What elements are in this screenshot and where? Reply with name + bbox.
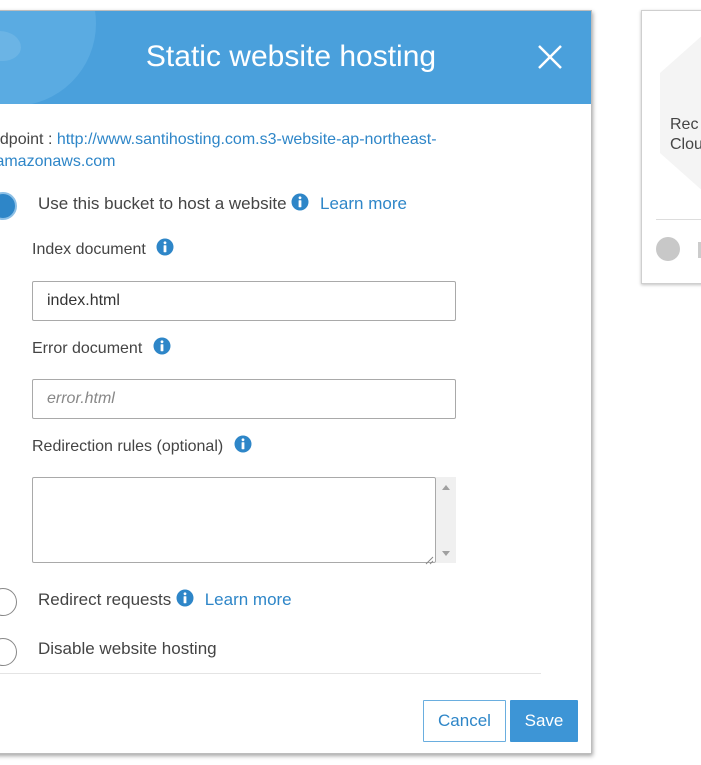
endpoint: ndpoint : http://www.santihosting.com.s3… [0,129,551,173]
redirection-rules-field [32,477,456,565]
static-website-hosting-modal: Static website hosting ndpoint : http://… [0,10,592,754]
redirection-rules-label: Redirection rules (optional) [32,438,224,455]
redirect-requests-label: Redirect requests [38,590,172,609]
host-website-option: Use this bucket to host a website Learn … [38,193,407,216]
disable-hosting-option: Disable website hosting [38,639,217,659]
background-card: Rec Clou [641,10,701,284]
info-icon[interactable] [176,589,194,612]
index-document-field-label: Index document [32,238,174,261]
background-card-line-2: Clou [670,136,701,153]
endpoint-link[interactable]: http://www.santihosting.com.s3-website-a… [57,131,437,148]
scroll-down-icon[interactable] [442,551,450,556]
info-icon[interactable] [234,435,252,458]
disable-hosting-radio[interactable] [0,638,17,666]
info-icon[interactable] [156,238,174,261]
error-document-input[interactable] [32,379,456,419]
redirection-rules-textarea[interactable] [32,477,436,563]
info-icon[interactable] [153,337,171,360]
footer-divider [0,673,541,674]
endpoint-label: ndpoint : [0,131,53,148]
modal-title: Static website hosting [145,40,437,73]
save-button[interactable]: Save [510,700,578,742]
scroll-up-icon[interactable] [442,485,450,490]
host-learn-more-link[interactable]: Learn more [320,194,407,213]
index-document-input[interactable] [32,281,456,321]
redirect-requests-radio[interactable] [0,588,17,616]
error-document-label: Error document [32,340,143,357]
endpoint-link-continued[interactable]: .amazonaws.com [0,153,116,170]
host-website-label: Use this bucket to host a website [38,194,287,213]
hexagon-illustration [660,33,701,193]
cancel-button[interactable]: Cancel [423,700,506,742]
redirect-requests-option: Redirect requests Learn more [38,589,292,612]
close-icon[interactable] [535,42,565,72]
resize-grip-icon[interactable] [425,552,434,565]
host-website-radio[interactable] [0,192,17,220]
redirection-rules-field-label: Redirection rules (optional) [32,435,252,458]
disable-hosting-label: Disable website hosting [38,639,217,658]
background-card-radio[interactable] [656,237,680,261]
error-document-field-label: Error document [32,337,171,360]
info-icon[interactable] [291,193,309,216]
background-card-text: Rec Clou [670,115,701,155]
redirect-learn-more-link[interactable]: Learn more [205,590,292,609]
background-card-divider [656,219,701,220]
textarea-scrollbar[interactable] [436,477,456,563]
modal-header: Static website hosting [0,11,591,104]
background-card-line-1: Rec [670,116,699,133]
index-document-label: Index document [32,241,146,258]
